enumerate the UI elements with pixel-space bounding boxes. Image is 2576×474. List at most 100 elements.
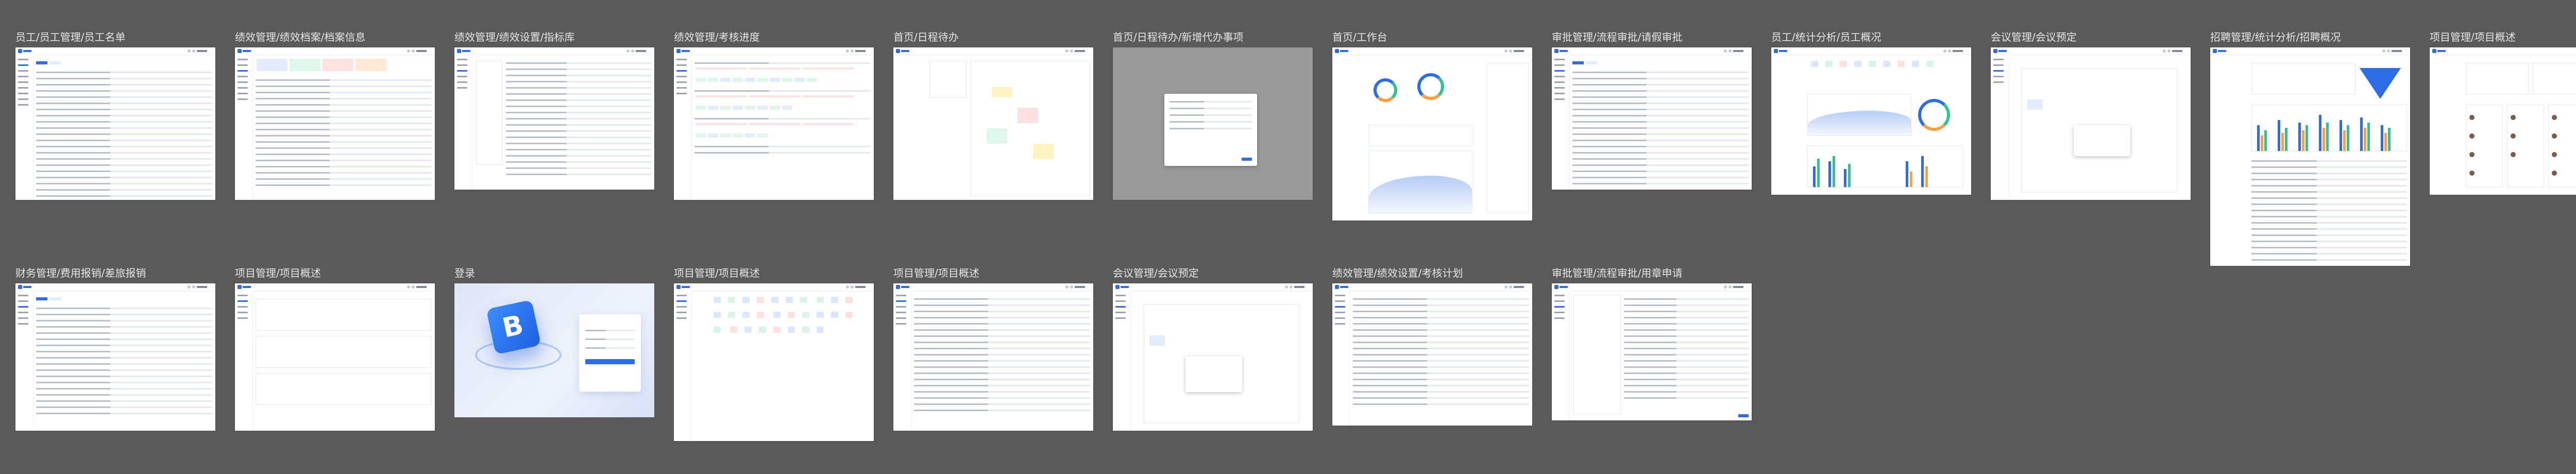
- user-menu[interactable]: [1065, 285, 1090, 289]
- app-header: [15, 47, 215, 55]
- frame-project-list[interactable]: [235, 283, 435, 431]
- mini-calendar[interactable]: [929, 61, 967, 98]
- project-list: [256, 294, 432, 428]
- schedule-grid[interactable]: [971, 61, 1090, 196]
- frame-title: 项目管理/项目概述: [2430, 31, 2516, 43]
- room-timeline[interactable]: [1144, 304, 1299, 424]
- app-header: [674, 283, 874, 291]
- app-logo: [1774, 49, 1787, 53]
- user-menu[interactable]: [626, 49, 651, 53]
- user-menu[interactable]: [846, 49, 871, 53]
- sidebar[interactable]: [674, 291, 692, 441]
- user-menu[interactable]: [846, 285, 871, 289]
- submit-button[interactable]: [1738, 414, 1749, 417]
- sidebar[interactable]: [15, 291, 33, 431]
- app-header: [1991, 47, 2191, 55]
- frame-meeting-booking[interactable]: [1991, 47, 2191, 200]
- room-timeline[interactable]: [2022, 68, 2177, 193]
- sidebar[interactable]: [1552, 55, 1570, 190]
- frame-title: 会议管理/会议预定: [1113, 267, 1199, 279]
- sidebar[interactable]: [1113, 291, 1131, 431]
- add-todo-dialog[interactable]: [1164, 94, 1257, 166]
- user-menu[interactable]: [1504, 285, 1529, 289]
- frame-login[interactable]: [454, 283, 654, 417]
- app-logo: [676, 285, 690, 289]
- user-menu[interactable]: [407, 49, 432, 53]
- booking-popover[interactable]: [2074, 125, 2130, 156]
- app-logo: [1335, 285, 1348, 289]
- frame-seal-request[interactable]: [1552, 283, 1752, 420]
- sidebar[interactable]: [454, 55, 472, 190]
- gender-ratio-chart: [1918, 99, 1950, 131]
- user-menu[interactable]: [1065, 49, 1090, 53]
- frame-travel-expense[interactable]: [15, 283, 215, 431]
- app-header: [893, 47, 1093, 55]
- frame-title: 绩效管理/绩效设置/考核计划: [1332, 267, 1463, 279]
- frame-schedule[interactable]: [893, 47, 1093, 200]
- frame-title: 审批管理/流程审批/请假审批: [1552, 31, 1683, 43]
- frame-title: 首页/工作台: [1332, 31, 1387, 43]
- app-logo: [1115, 285, 1129, 289]
- frame-indicator-library[interactable]: [454, 47, 654, 190]
- sidebar[interactable]: [893, 291, 911, 431]
- shortcut-panel[interactable]: [1368, 125, 1472, 146]
- user-menu[interactable]: [407, 285, 432, 289]
- frame-assessment-progress[interactable]: [674, 47, 874, 200]
- app-logo: [238, 49, 251, 53]
- frame-meeting-booking-2[interactable]: [1113, 283, 1313, 431]
- frame-leave-approval[interactable]: [1552, 47, 1752, 190]
- app-header: [235, 47, 435, 55]
- frame-title: 绩效管理/考核进度: [674, 31, 760, 43]
- frame-project-kanban[interactable]: [2430, 47, 2576, 195]
- staff-list[interactable]: [1487, 63, 1529, 213]
- user-menu[interactable]: [1724, 285, 1749, 289]
- login-button[interactable]: [585, 359, 635, 364]
- indicator-tree[interactable]: [476, 61, 503, 165]
- sidebar[interactable]: [15, 55, 33, 200]
- user-menu[interactable]: [188, 285, 212, 289]
- frame-recruit-stats[interactable]: [2210, 47, 2410, 266]
- user-menu[interactable]: [1724, 49, 1749, 53]
- app-header: [2210, 47, 2410, 55]
- frame-title: 员工/员工管理/员工名单: [15, 31, 126, 43]
- confirm-button[interactable]: [1242, 158, 1252, 161]
- app-logo: [676, 49, 690, 53]
- age-distribution-chart: [1807, 145, 1963, 188]
- sidebar[interactable]: [235, 55, 253, 200]
- project-info: [2466, 63, 2529, 95]
- sidebar[interactable]: [235, 291, 253, 431]
- frame-add-todo[interactable]: [1113, 47, 1313, 200]
- user-menu[interactable]: [1943, 49, 1968, 53]
- sidebar[interactable]: [1332, 291, 1350, 426]
- sidebar[interactable]: [1991, 55, 2009, 200]
- frame-performance-archive[interactable]: [235, 47, 435, 200]
- user-menu[interactable]: [1285, 285, 1310, 289]
- kanban-col[interactable]: [2507, 104, 2544, 188]
- app-header: [1552, 47, 1752, 55]
- booking-popover[interactable]: [1185, 356, 1242, 392]
- frame-assessment-plan[interactable]: [1332, 283, 1532, 426]
- login-form[interactable]: [579, 314, 641, 392]
- app-header: [1552, 283, 1752, 291]
- frame-workbench[interactable]: [1332, 47, 1532, 221]
- app-header: [1332, 283, 1532, 291]
- indicator-table: [506, 58, 651, 187]
- frame-employee-stats[interactable]: [1771, 47, 1971, 195]
- frame-employee-list[interactable]: [15, 47, 215, 200]
- trend-chart: [1368, 150, 1472, 213]
- sidebar[interactable]: [674, 55, 692, 200]
- app-logo: [1554, 49, 1568, 53]
- user-menu[interactable]: [1504, 49, 1529, 53]
- design-canvas: 员工/员工管理/员工名单 绩效管理/绩效档案/档案信息 绩效管理/绩效设置/指标…: [0, 0, 2576, 474]
- recruit-table: [2251, 156, 2407, 263]
- sidebar[interactable]: [1552, 291, 1570, 420]
- user-menu[interactable]: [2163, 49, 2188, 53]
- frame-title: 会议管理/会议预定: [1991, 31, 2077, 43]
- kanban-col[interactable]: [2466, 104, 2503, 188]
- user-menu[interactable]: [188, 49, 212, 53]
- kanban-col[interactable]: [2548, 104, 2576, 188]
- frame-project-tiles[interactable]: [674, 283, 874, 441]
- project-table: [914, 294, 1090, 428]
- user-menu[interactable]: [2382, 49, 2407, 53]
- frame-project-table[interactable]: [893, 283, 1093, 431]
